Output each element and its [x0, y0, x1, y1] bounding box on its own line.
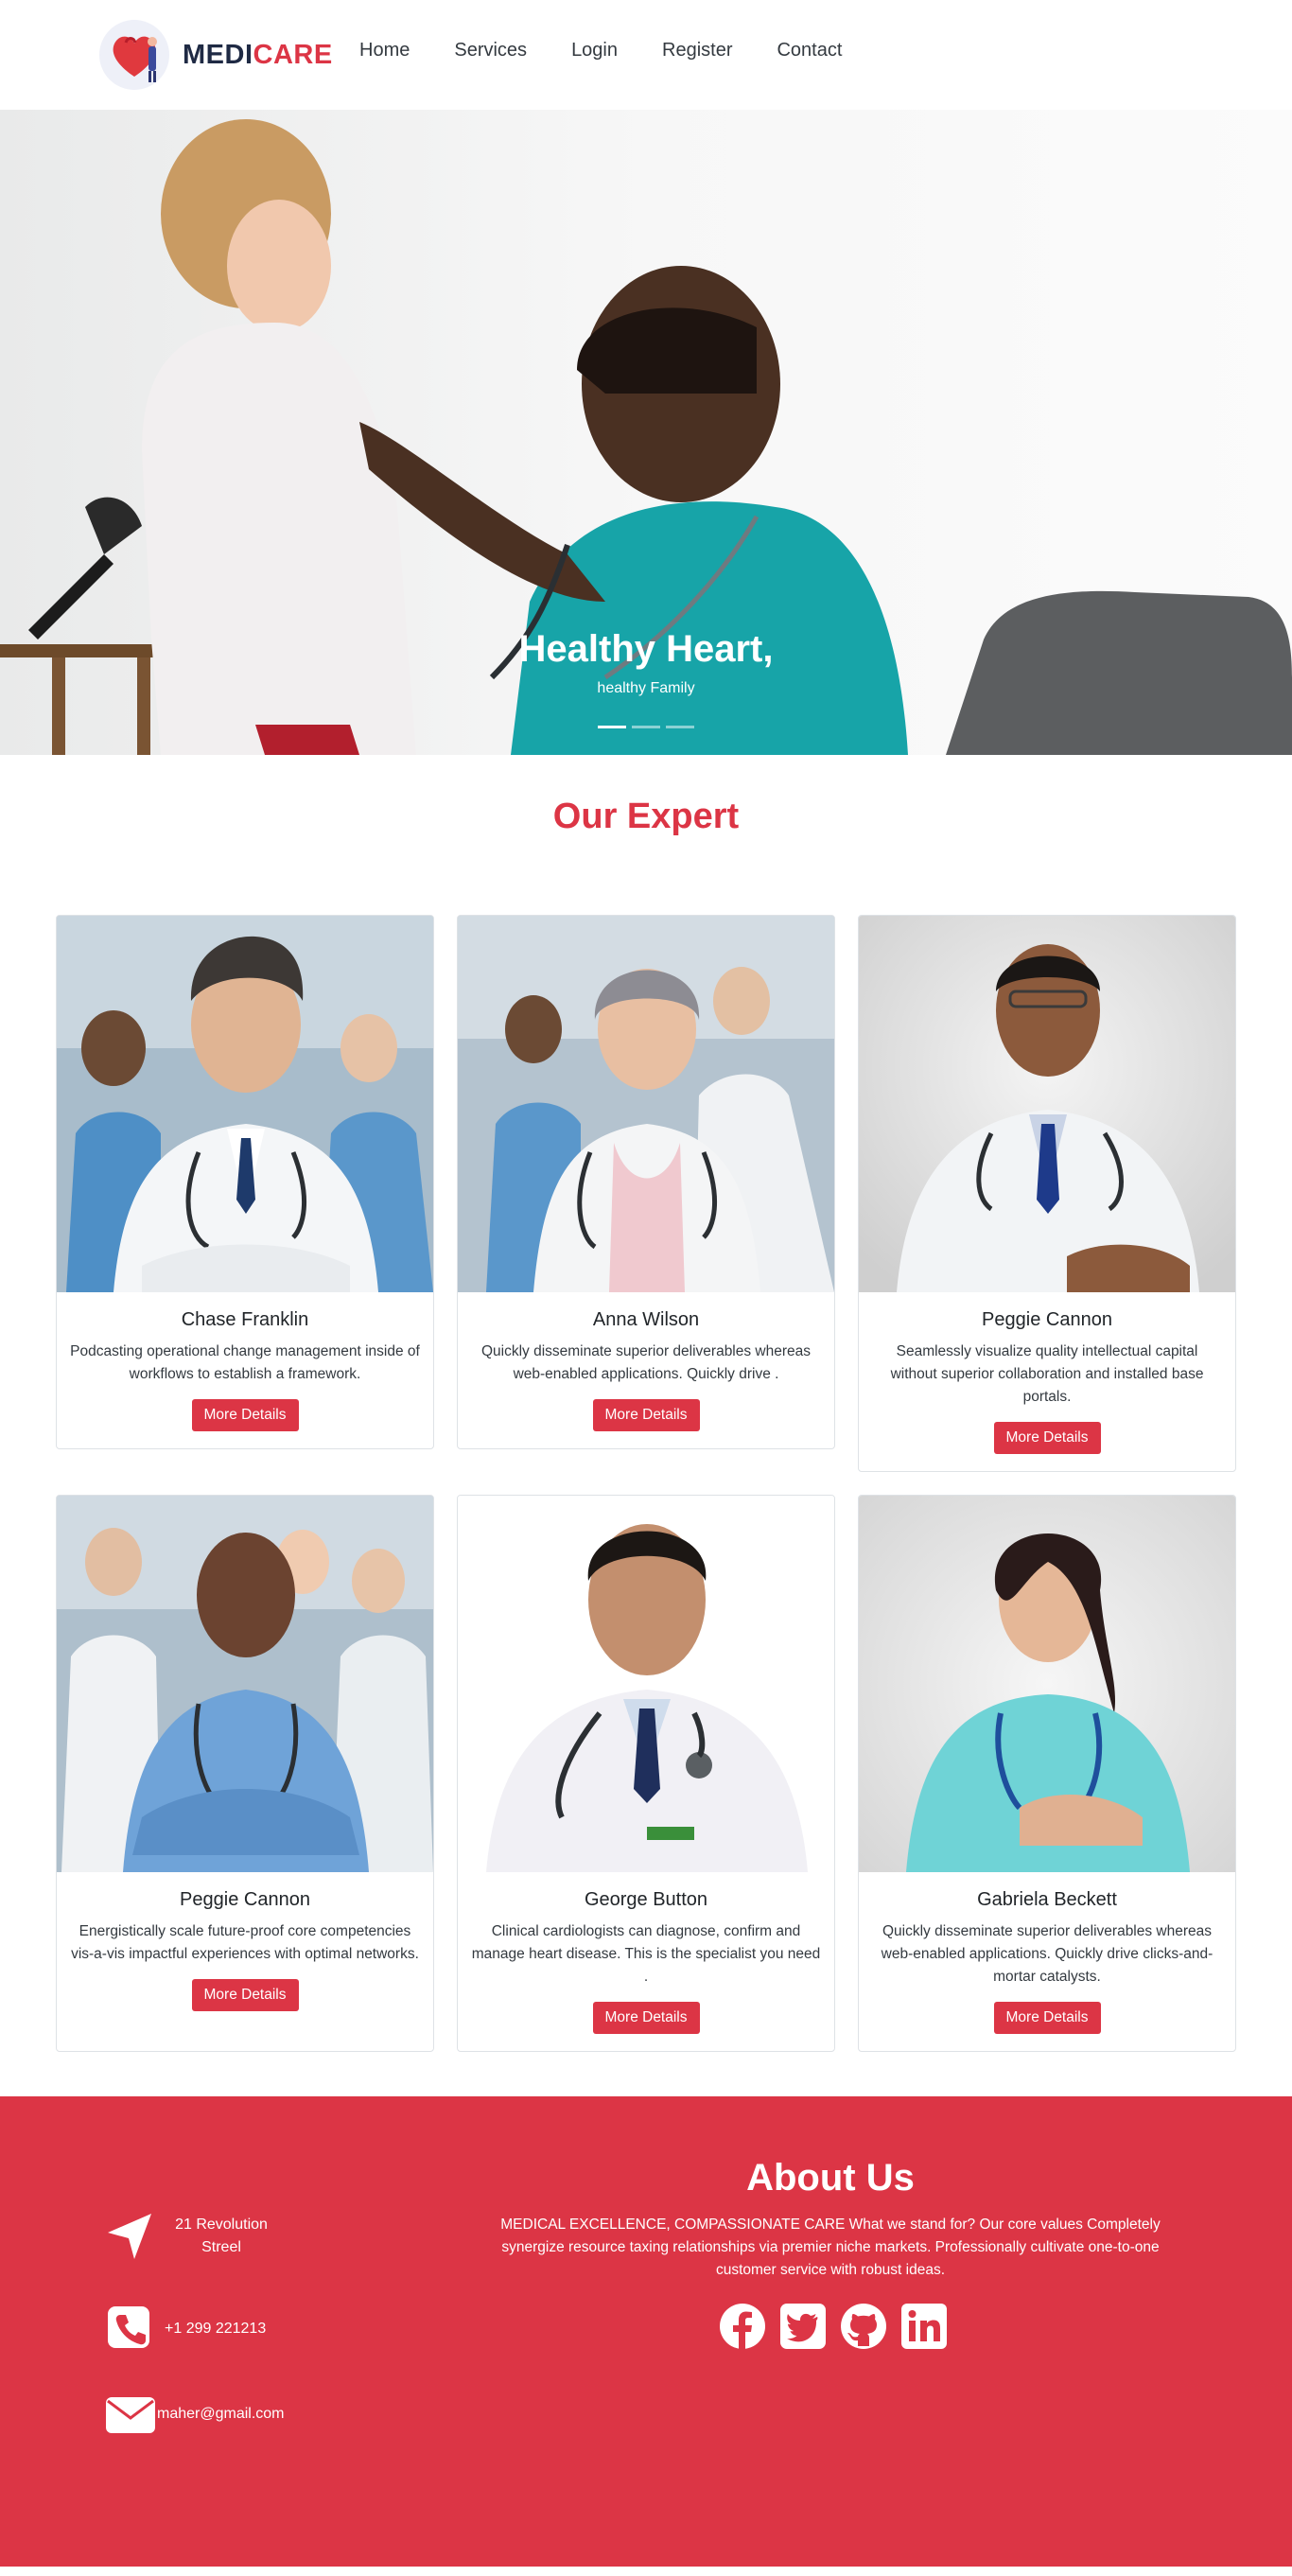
more-details-button[interactable]: More Details [592, 2002, 700, 2034]
linkedin-icon[interactable] [900, 2303, 948, 2350]
contact-phone: +1 299 221213 [104, 2303, 266, 2356]
facebook-icon[interactable] [719, 2303, 766, 2350]
more-details-button[interactable]: More Details [191, 1399, 299, 1431]
doctor-name: Peggie Cannon [982, 1309, 1112, 1330]
doctor-description: Podcasting operational change management… [70, 1343, 420, 1382]
doctor-name: Peggie Cannon [180, 1889, 310, 1910]
hero-carousel[interactable]: Healthy Heart, healthy Family [0, 110, 1292, 755]
more-details-button[interactable]: More Details [592, 1399, 700, 1431]
doctor-description: Energistically scale future-proof core c… [71, 1923, 419, 1962]
carousel-indicator-1[interactable] [598, 726, 626, 728]
expert-card: George Button Clinical cardiologists can… [457, 1495, 835, 2052]
address-line2: Streel [201, 2239, 241, 2255]
doctor-name: Anna Wilson [592, 1309, 700, 1330]
doctor-photo [57, 1496, 433, 1872]
expert-card: Gabriela Beckett Quickly disseminate sup… [858, 1495, 1236, 2052]
doctor-description: Clinical cardiologists can diagnose, con… [471, 1923, 821, 1985]
nav-services[interactable]: Services [454, 40, 527, 61]
github-icon[interactable] [840, 2303, 887, 2350]
more-details-button[interactable]: More Details [993, 1422, 1101, 1454]
phone-icon [104, 2303, 157, 2356]
email-address[interactable]: maher@gmail.com [157, 2403, 285, 2426]
hero-title: Healthy Heart, [518, 628, 774, 670]
more-details-button[interactable]: More Details [993, 2002, 1101, 2034]
social-links [719, 2303, 948, 2350]
doctor-description: Seamlessly visualize quality intellectua… [890, 1343, 1204, 1405]
nav-login[interactable]: Login [571, 40, 618, 61]
doctor-description: Quickly disseminate superior deliverable… [480, 1343, 812, 1382]
doctor-photo [458, 916, 834, 1292]
expert-card: Peggie Cannon Seamlessly visualize quali… [858, 915, 1236, 1472]
twitter-icon[interactable] [779, 2303, 827, 2350]
brand-name-part1: MEDI [183, 39, 253, 70]
doctor-name: Chase Franklin [181, 1309, 309, 1330]
carousel-indicators [598, 726, 694, 728]
doctor-name: George Button [584, 1889, 708, 1910]
doctor-photo [859, 1496, 1235, 1872]
carousel-indicator-2[interactable] [632, 726, 660, 728]
section-title-experts: Our Expert [552, 797, 740, 836]
footer: 21 Revolution Streel +1 299 221213 maher… [0, 2096, 1292, 2567]
contact-email: maher@gmail.com [104, 2388, 285, 2441]
doctor-name: Gabriela Beckett [977, 1889, 1117, 1910]
doctor-photo [57, 916, 433, 1292]
hero-caption: Healthy Heart, healthy Family [0, 628, 1292, 697]
doctor-photo [458, 1496, 834, 1872]
navbar: MEDICARE Home Services Login Register Co… [0, 0, 1292, 110]
about-us-title: About Us [746, 2157, 915, 2199]
expert-card: Anna Wilson Quickly disseminate superior… [457, 915, 835, 1449]
envelope-icon [104, 2388, 157, 2441]
heart-logo-icon [97, 18, 171, 92]
more-details-button[interactable]: More Details [191, 1979, 299, 2011]
phone-number[interactable]: +1 299 221213 [165, 2318, 266, 2340]
brand[interactable]: MEDICARE [97, 17, 333, 93]
brand-name-part2: CARE [253, 39, 333, 70]
about-us-text: MEDICAL EXCELLENCE, COMPASSIONATE CARE W… [500, 2217, 1161, 2278]
hero-subtitle: healthy Family [597, 680, 695, 696]
expert-card: Peggie Cannon Energistically scale futur… [56, 1495, 434, 2052]
nav-home[interactable]: Home [359, 40, 410, 61]
doctor-description: Quickly disseminate superior deliverable… [881, 1923, 1213, 1985]
nav-contact[interactable]: Contact [777, 40, 842, 61]
expert-card: Chase Franklin Podcasting operational ch… [56, 915, 434, 1449]
nav-register[interactable]: Register [662, 40, 732, 61]
brand-name: MEDICARE [183, 40, 333, 71]
carousel-indicator-3[interactable] [666, 726, 694, 728]
contact-address: 21 Revolution Streel [104, 2210, 269, 2263]
address-line1: 21 Revolution [175, 2217, 268, 2233]
location-arrow-icon [104, 2210, 157, 2263]
main-nav: Home Services Login Register Contact [359, 40, 886, 61]
doctor-photo [859, 916, 1235, 1292]
